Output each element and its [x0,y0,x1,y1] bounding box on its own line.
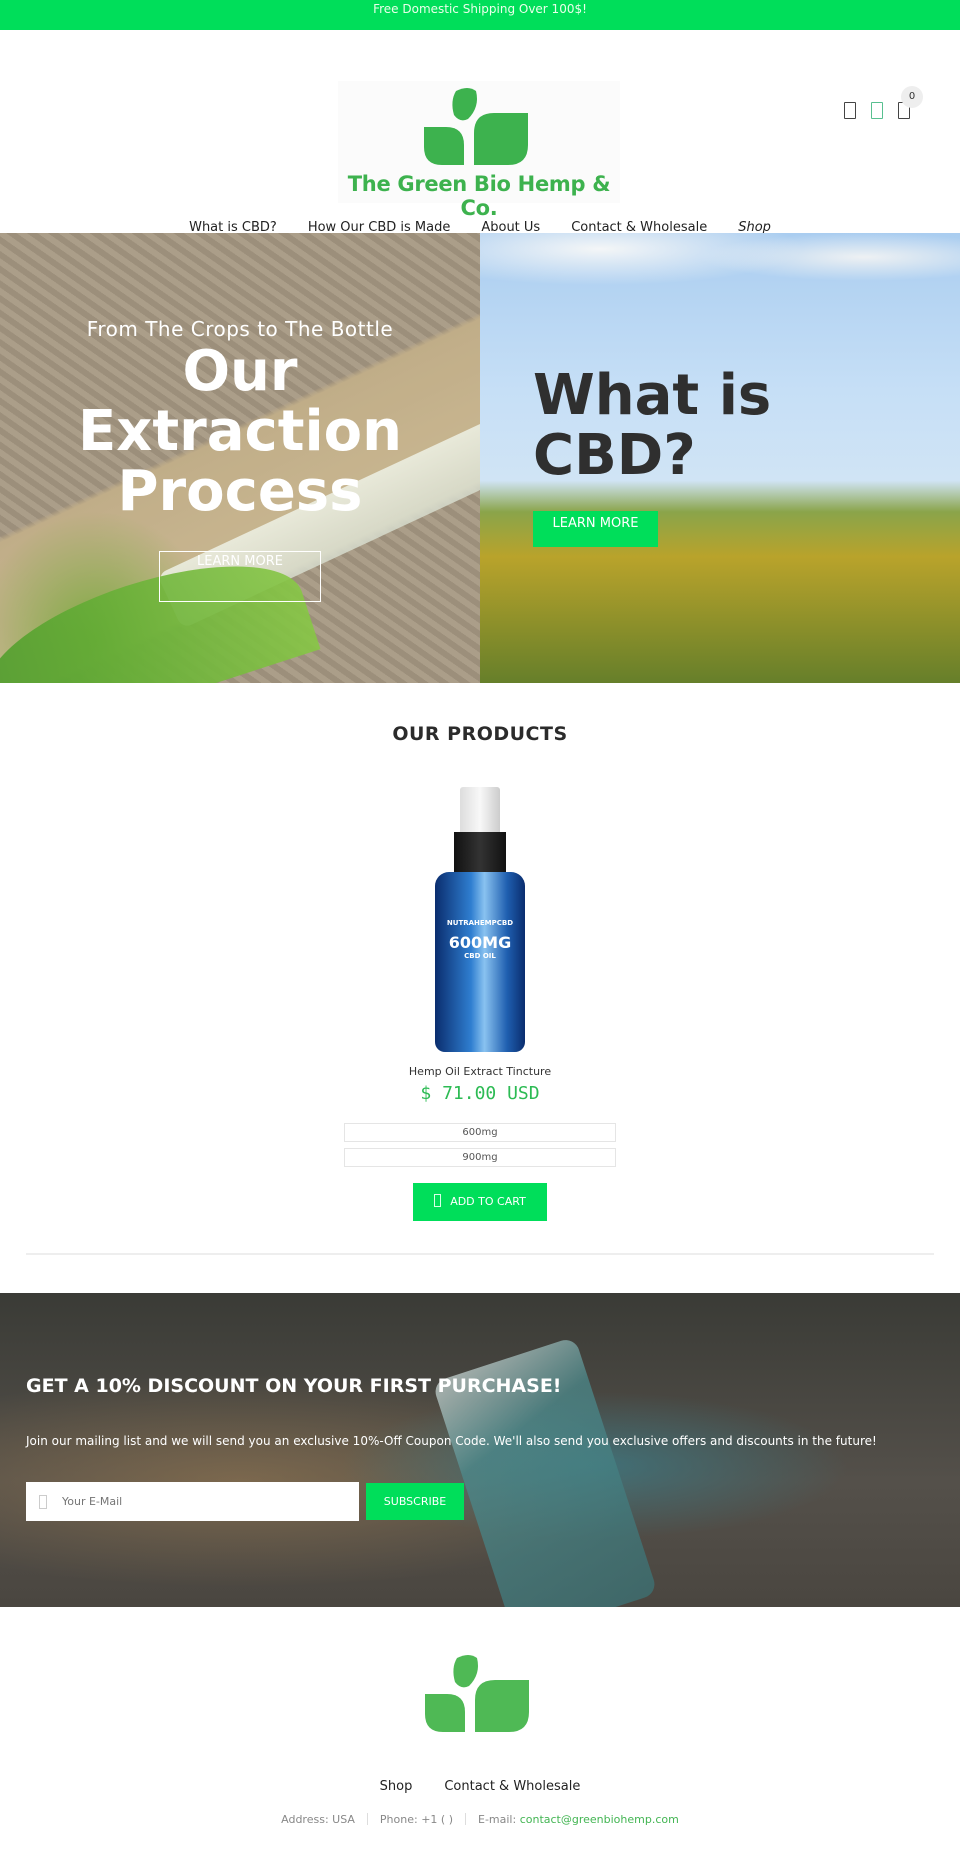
hero-what-is-cbd-banner: What is CBD? LEARN MORE [480,233,960,683]
add-to-cart-button[interactable]: ADD TO CART [413,1183,547,1221]
site-logo[interactable]: The Green Bio Hemp & Co. [338,81,620,220]
hero-left-subtitle: From The Crops to The Bottle [86,317,394,341]
email-input[interactable] [62,1495,332,1508]
logo-text: The Green Bio Hemp & Co. [347,172,611,220]
header-icons [844,102,910,119]
footer-leaf-logo-icon[interactable] [425,1650,535,1734]
bottle-sprayer [454,832,506,874]
hero-right-content: What is CBD? LEARN MORE [533,366,771,547]
footer-nav-contact[interactable]: Contact & Wholesale [444,1779,580,1794]
bottle-label: NUTRAHEMPCBD 600MG CBD OIL [435,919,525,960]
bottle-cap [460,787,500,837]
footer-contact: Address: USA Phone: +1 ( ) E-mail: contact… [0,1813,960,1826]
sky-clouds [480,233,960,313]
hero-right-title-2: CBD? [533,423,696,488]
newsletter-heading: GET A 10% DISCOUNT ON YOUR FIRST PURCHAS… [26,1375,562,1397]
footer-phone: Phone: +1 ( ) [379,1813,453,1826]
cbd-learn-more-button[interactable]: LEARN MORE [533,511,658,547]
cart-icon [434,1194,442,1207]
product-price: $ 71.00 USD [420,1083,540,1104]
announcement-text: Free Domestic Shipping Over 100$! [373,2,587,16]
bottle-mg: 600MG [448,933,512,952]
bottle-type: CBD OIL [464,952,496,960]
account-icon[interactable] [871,102,883,119]
hero-left-title-2: Extraction [77,399,403,464]
announcement-bar: Free Domestic Shipping Over 100$! [0,0,960,30]
email-field[interactable] [26,1482,359,1521]
bottle-body [435,872,525,1052]
add-to-cart-label: ADD TO CART [450,1195,526,1208]
cart-count-badge: 0 [901,86,923,108]
mail-icon [39,1494,47,1509]
site-header: The Green Bio Hemp & Co. 0 What is CBD? … [0,30,960,235]
footer-nav-shop[interactable]: Shop [380,1779,413,1794]
leaf-logo-icon [424,88,528,165]
footer-email-label: E-mail: [478,1813,517,1826]
divider [465,1813,466,1825]
footer-nav: Shop Contact & Wholesale [0,1779,960,1794]
newsletter-section: GET A 10% DISCOUNT ON YOUR FIRST PURCHAS… [0,1293,960,1640]
products-section: OUR PRODUCTS NUTRAHEMPCBD 600MG CBD OIL … [0,683,960,1293]
hero-extraction-banner: From The Crops to The Bottle Our Extract… [0,233,480,683]
section-divider [26,1253,934,1255]
search-icon[interactable] [844,102,856,119]
newsletter-text: Join our mailing list and we will send y… [26,1434,877,1448]
bottle-brand: NUTRAHEMPCBD [446,919,514,927]
footer-email-link[interactable]: contact@greenbiohemp.com [520,1813,679,1826]
hero-right-title-1: What is [533,363,772,428]
site-footer: Shop Contact & Wholesale Address: USA Pho… [0,1607,960,1828]
product-name[interactable]: Hemp Oil Extract Tincture [0,1065,960,1078]
variant-option[interactable]: 900mg [344,1148,616,1167]
hero-banners: From The Crops to The Bottle Our Extract… [0,233,960,683]
divider [366,1813,368,1825]
subscribe-button[interactable]: SUBSCRIBE [366,1483,464,1520]
hero-left-title-3: Process [117,459,363,524]
products-heading: OUR PRODUCTS [392,723,568,745]
product-image[interactable]: NUTRAHEMPCBD 600MG CBD OIL [430,787,530,1057]
footer-address: Address: USA [281,1813,355,1826]
variant-option[interactable]: 600mg [344,1123,616,1142]
hero-left-content: From The Crops to The Bottle Our Extract… [0,317,480,602]
extraction-learn-more-button[interactable]: LEARN MORE [159,551,321,602]
hero-left-title-1: Our [182,339,298,404]
